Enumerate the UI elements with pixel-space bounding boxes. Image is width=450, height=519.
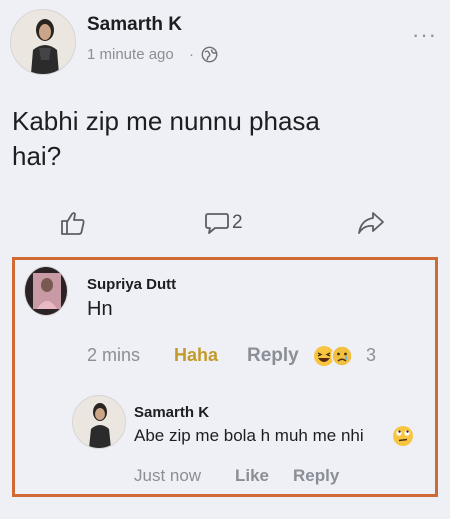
reply-timestamp[interactable]: Just now [134,466,201,486]
haha-emoji-icon [314,346,334,366]
post-author-avatar[interactable] [10,9,76,75]
comment-timestamp[interactable]: 2 mins [87,345,140,366]
post-options-menu[interactable]: ··· [412,22,437,48]
reply-author-avatar[interactable] [72,395,126,449]
post-text-line2: hai? [12,141,62,171]
comment-bubble-icon[interactable] [204,212,230,236]
post-author-name[interactable]: Samarth K [87,14,182,36]
reaction-emojis[interactable] [313,345,355,367]
post-timestamp[interactable]: 1 minute ago [87,46,174,63]
comments-highlight-box [12,257,438,497]
friends-icon [201,46,218,68]
thumbs-up-icon[interactable] [60,210,86,236]
post-text-line1: Kabhi zip me nunnu phasa [12,106,320,136]
reply-reply-button[interactable]: Reply [293,466,339,486]
reply-author-name[interactable]: Samarth K [134,404,209,421]
comment-count[interactable]: 2 [232,212,243,234]
rolling-eyes-emoji-icon [392,425,414,452]
comment-reply-button[interactable]: Reply [247,345,299,367]
comment-author-avatar[interactable] [24,266,68,316]
share-arrow-icon[interactable] [357,210,385,236]
comment-text: Hn [87,298,113,320]
reply-text: Abe zip me bola h muh me nhi [134,426,364,445]
meta-separator: · [189,46,194,63]
sad-emoji-icon [331,345,353,367]
reaction-count[interactable]: 3 [366,345,376,366]
comment-author-name[interactable]: Supriya Dutt [87,276,176,293]
reply-like-button[interactable]: Like [235,466,269,486]
haha-reaction-button[interactable]: Haha [174,345,218,366]
